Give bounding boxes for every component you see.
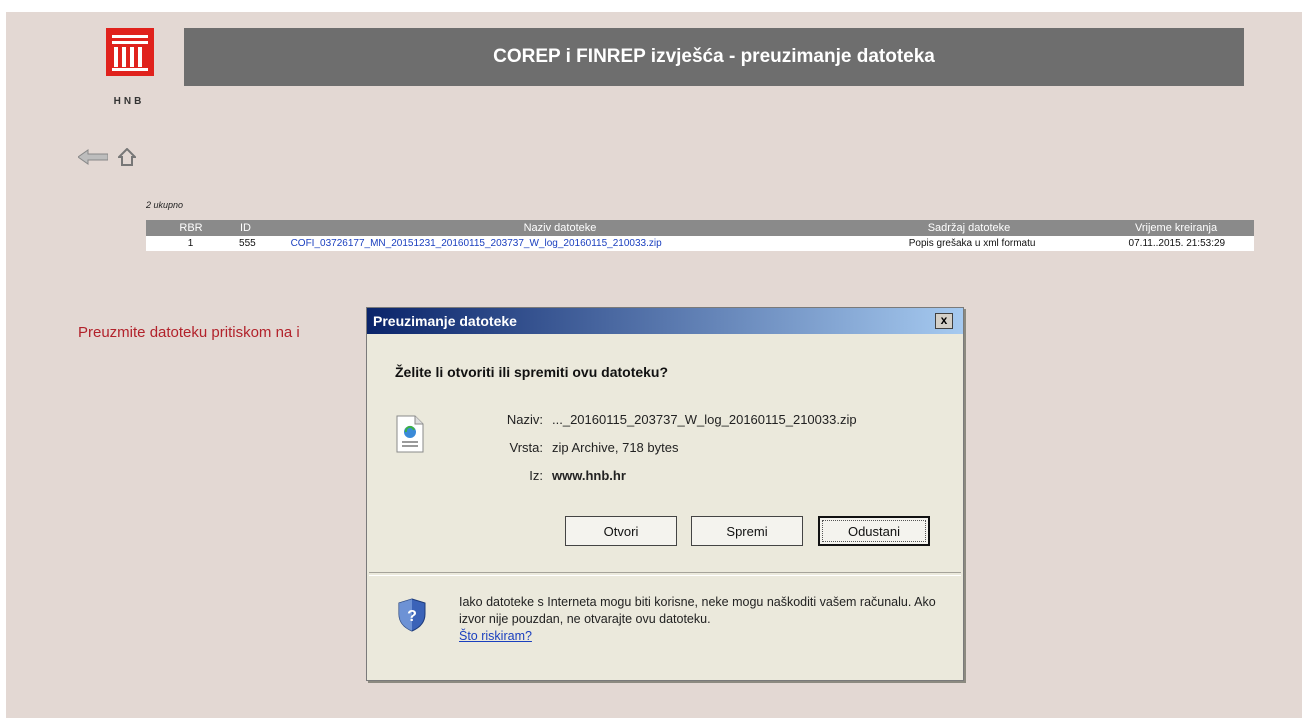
open-button[interactable]: Otvori [565, 516, 677, 546]
warning-text: Iako datoteke s Interneta mogu biti kori… [459, 595, 936, 626]
back-arrow-icon[interactable] [78, 149, 108, 165]
navigation [78, 148, 136, 166]
page-title: COREP i FINREP izvješća - preuzimanje da… [184, 28, 1244, 86]
cancel-button[interactable]: Odustani [818, 516, 930, 546]
logo-text: HNB [113, 96, 145, 107]
dialog-question: Želite li otvoriti ili spremiti ovu dato… [395, 364, 669, 380]
logo-mark-icon [106, 28, 154, 76]
dialog-separator [369, 572, 961, 576]
file-link[interactable]: COFI_03726177_MN_20151231_20160115_20373… [279, 238, 845, 249]
result-count: 2 ukupno [146, 200, 184, 210]
name-label: Naziv: [506, 412, 543, 427]
files-table: RBR ID Naziv datoteke Sadržaj datoteke V… [146, 220, 1254, 251]
save-button[interactable]: Spremi [691, 516, 803, 546]
name-value: ..._20160115_203737_W_log_20160115_21003… [552, 412, 857, 427]
table-row: 1 555 COFI_03726177_MN_20151231_20160115… [146, 236, 1254, 251]
shield-question-icon: ? [397, 598, 427, 632]
from-label: Iz: [529, 468, 543, 483]
type-value: zip Archive, 718 bytes [552, 440, 679, 455]
table-header: RBR ID Naziv datoteke Sadržaj datoteke V… [146, 220, 1254, 236]
cell-created: 07.11..2015. 21:53:29 [1128, 238, 1226, 249]
cell-id: 555 [239, 238, 256, 249]
svg-text:?: ? [407, 608, 417, 625]
warning-message: Iako datoteke s Interneta mogu biti kori… [459, 594, 939, 645]
column-header: Vrijeme kreiranja [1134, 222, 1218, 234]
home-icon[interactable] [118, 148, 136, 166]
column-header: Naziv datoteke [523, 222, 597, 234]
hnb-logo: HNB [96, 28, 162, 120]
cell-content: Popis grešaka u xml formatu [908, 238, 1036, 249]
risk-link[interactable]: Što riskiram? [459, 629, 532, 643]
download-dialog: Preuzimanje datoteke x Želite li otvorit… [366, 307, 964, 681]
type-label: Vrsta: [509, 440, 543, 455]
download-instruction: Preuzmite datoteku pritiskom na i [78, 324, 300, 341]
dialog-title: Preuzimanje datoteke [373, 313, 517, 329]
column-header: Sadržaj datoteke [927, 222, 1011, 234]
dialog-titlebar[interactable]: Preuzimanje datoteke x [367, 308, 963, 334]
cell-rbr: 1 [187, 238, 194, 249]
from-value: www.hnb.hr [552, 468, 626, 483]
column-header: RBR [179, 222, 203, 234]
column-header: ID [240, 222, 251, 234]
close-button[interactable]: x [935, 313, 953, 329]
